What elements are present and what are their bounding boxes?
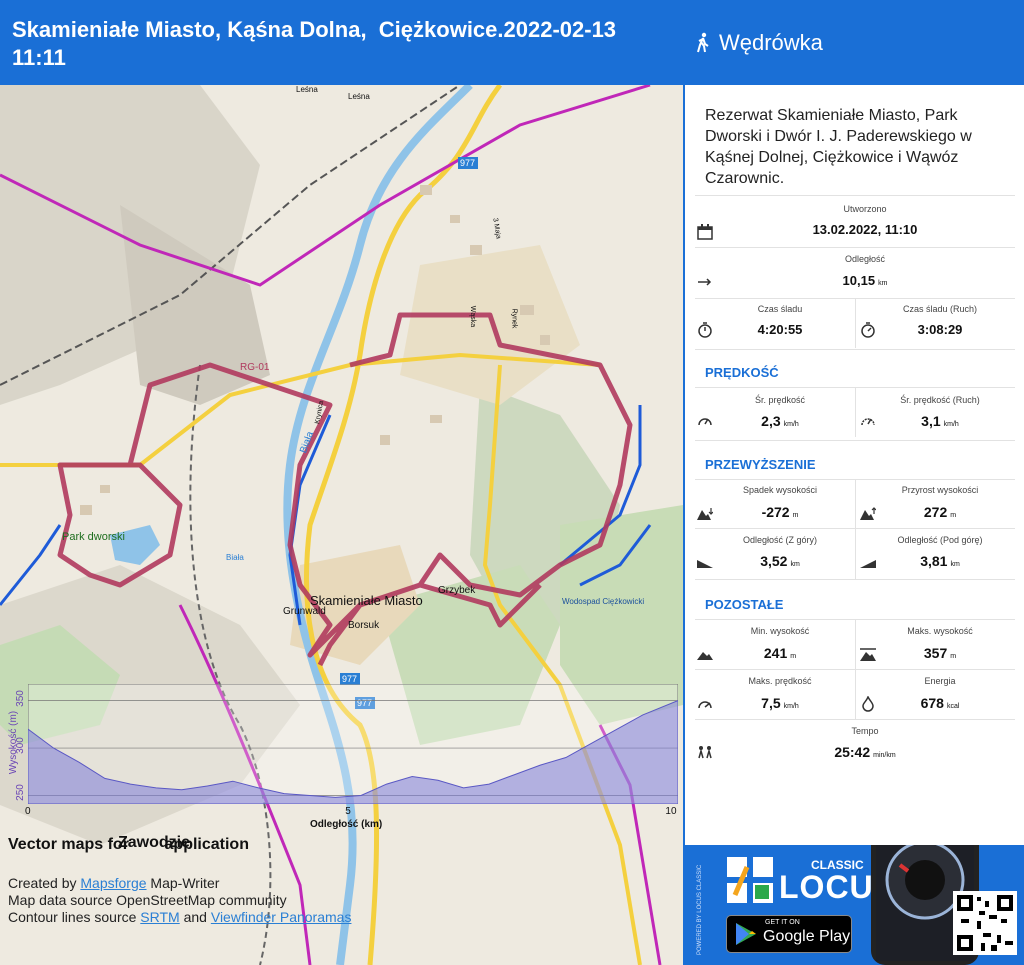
track-description: Rezerwat Skamieniałe Miasto, Park Dworsk… [705,107,972,187]
created-value: 13.02.2022, 11:10 [812,222,918,237]
max-elev-value: 357 m [923,645,957,661]
hiking-icon [697,32,709,53]
tempo-icon [698,746,712,759]
stats-panel: Rezerwat Skamieniałe Miasto, Park Dworsk… [683,85,1024,845]
chart-x-tick: 10 [665,806,677,817]
srtm-link[interactable]: SRTM [140,909,179,925]
chart-y-tick: 350 [14,689,26,707]
track-time-moving-value: 3:08:29 [917,322,963,337]
chart-y-tick: 300 [14,737,26,754]
store-text: Google Play [763,928,851,945]
distance-up-label: Odległość (Pod górę) [897,535,983,545]
store-small-text: GET IT ON [765,919,800,926]
map-label-lesna: Leśna [296,85,318,94]
distance-down-label: Odległość (Z góry) [742,535,818,545]
max-speed-label: Maks. prędkość [748,676,812,686]
map-label-park: Park dworski [62,531,125,543]
elevation-section-title: PRZEWYŻSZENIE [705,457,816,472]
road-number-977: 977 [460,158,476,168]
other-section-title: POZOSTAŁE [705,597,784,612]
max-speed-value: 7,5 km/h [761,695,799,711]
tempo-value: 25:42 min/km [834,744,896,760]
descent-value: -272 m [761,504,799,520]
activity-label: Wędrówka [719,30,823,55]
created-label: Utworzono [843,204,887,214]
map-label-skamieniale: Skamieniałe Miasto [310,593,423,608]
map-view[interactable]: Skamieniałe Miasto Park dworski Wodospad… [0,85,683,965]
distance-value: 10,15 km [842,273,888,288]
street-label-waska: Wąska [469,305,477,328]
track-time-label: Czas śladu [757,304,803,314]
map-label-grzybek: Grzybek [438,585,476,596]
map-canvas[interactable] [0,85,683,965]
chart-x-axis-label: Odległość (km) [310,819,383,830]
play-store-icon [736,923,756,945]
max-elev-label: Maks. wysokość [907,626,973,636]
avg-speed-value: 2,3 km/h [761,413,799,429]
track-time-value: 4:20:55 [757,322,803,337]
chart-x-tick: 5 [345,806,351,817]
tempo-label: Tempo [851,726,879,736]
locus-promo-banner[interactable]: POWERED BY LOCUS CLASSIC CLASSIC LOCUS G… [683,845,1024,965]
ascent-label: Przyrost wysokości [901,485,979,495]
google-play-button[interactable]: GET IT ON Google Play [726,915,852,953]
activity-type: Wędrówka [695,30,823,56]
distance-arrow-icon [698,278,712,286]
speed-section-title: PRĘDKOŚĆ [705,365,779,380]
chart-y-tick: 250 [14,784,26,802]
map-label-rg01: RG-01 [240,362,270,373]
calendar-icon [697,224,713,240]
header-bar: Skamieniałe Miasto, Kąśna Dolna, Ciężkow… [0,0,1024,85]
map-label-wodospad: Wodospad Ciężkowicki [562,597,645,606]
street-label-rynek: Rynek [510,308,518,329]
road-number-977-2: 977 [342,674,358,684]
min-elev-value: 241 m [763,645,797,661]
track-title: Skamieniałe Miasto, Kąśna Dolna, Ciężkow… [12,17,617,70]
energy-value: 678 kcal [920,695,960,711]
min-elev-label: Min. wysokość [750,626,810,636]
map-label-biala-2: Biała [226,553,244,562]
distance-down-value: 3,52 km [760,553,800,569]
powered-by-text: POWERED BY LOCUS CLASSIC [697,864,703,955]
locus-logo-icon [727,857,773,903]
map-label-borsuk: Borsuk [348,620,380,631]
map-label-lesna-2: Leśna [348,92,370,101]
mapsforge-link[interactable]: Mapsforge [80,875,146,891]
vector-maps-text: Vector maps for application [8,836,249,853]
track-time-moving-label: Czas śladu (Ruch) [902,304,978,314]
avg-speed-moving-value: 3,1 km/h [921,413,959,429]
avg-speed-label: Śr. prędkość [754,395,806,405]
descent-label: Spadek wysokości [742,485,818,495]
viewfinder-link[interactable]: Viewfinder Panoramas [211,909,352,925]
distance-up-value: 3,81 km [920,553,960,569]
elevation-chart [28,684,678,804]
distance-label: Odległość [844,254,886,264]
energy-label: Energia [924,676,956,686]
map-credits: Created by Mapsforge Map-Writer Map data… [8,875,352,925]
avg-speed-moving-label: Śr. prędkość (Ruch) [900,395,980,405]
map-label-grunwald: Grunwald [283,606,326,617]
ascent-value: 272 m [923,504,957,520]
qr-code-icon[interactable] [953,891,1017,955]
chart-x-tick: 0 [25,806,31,817]
